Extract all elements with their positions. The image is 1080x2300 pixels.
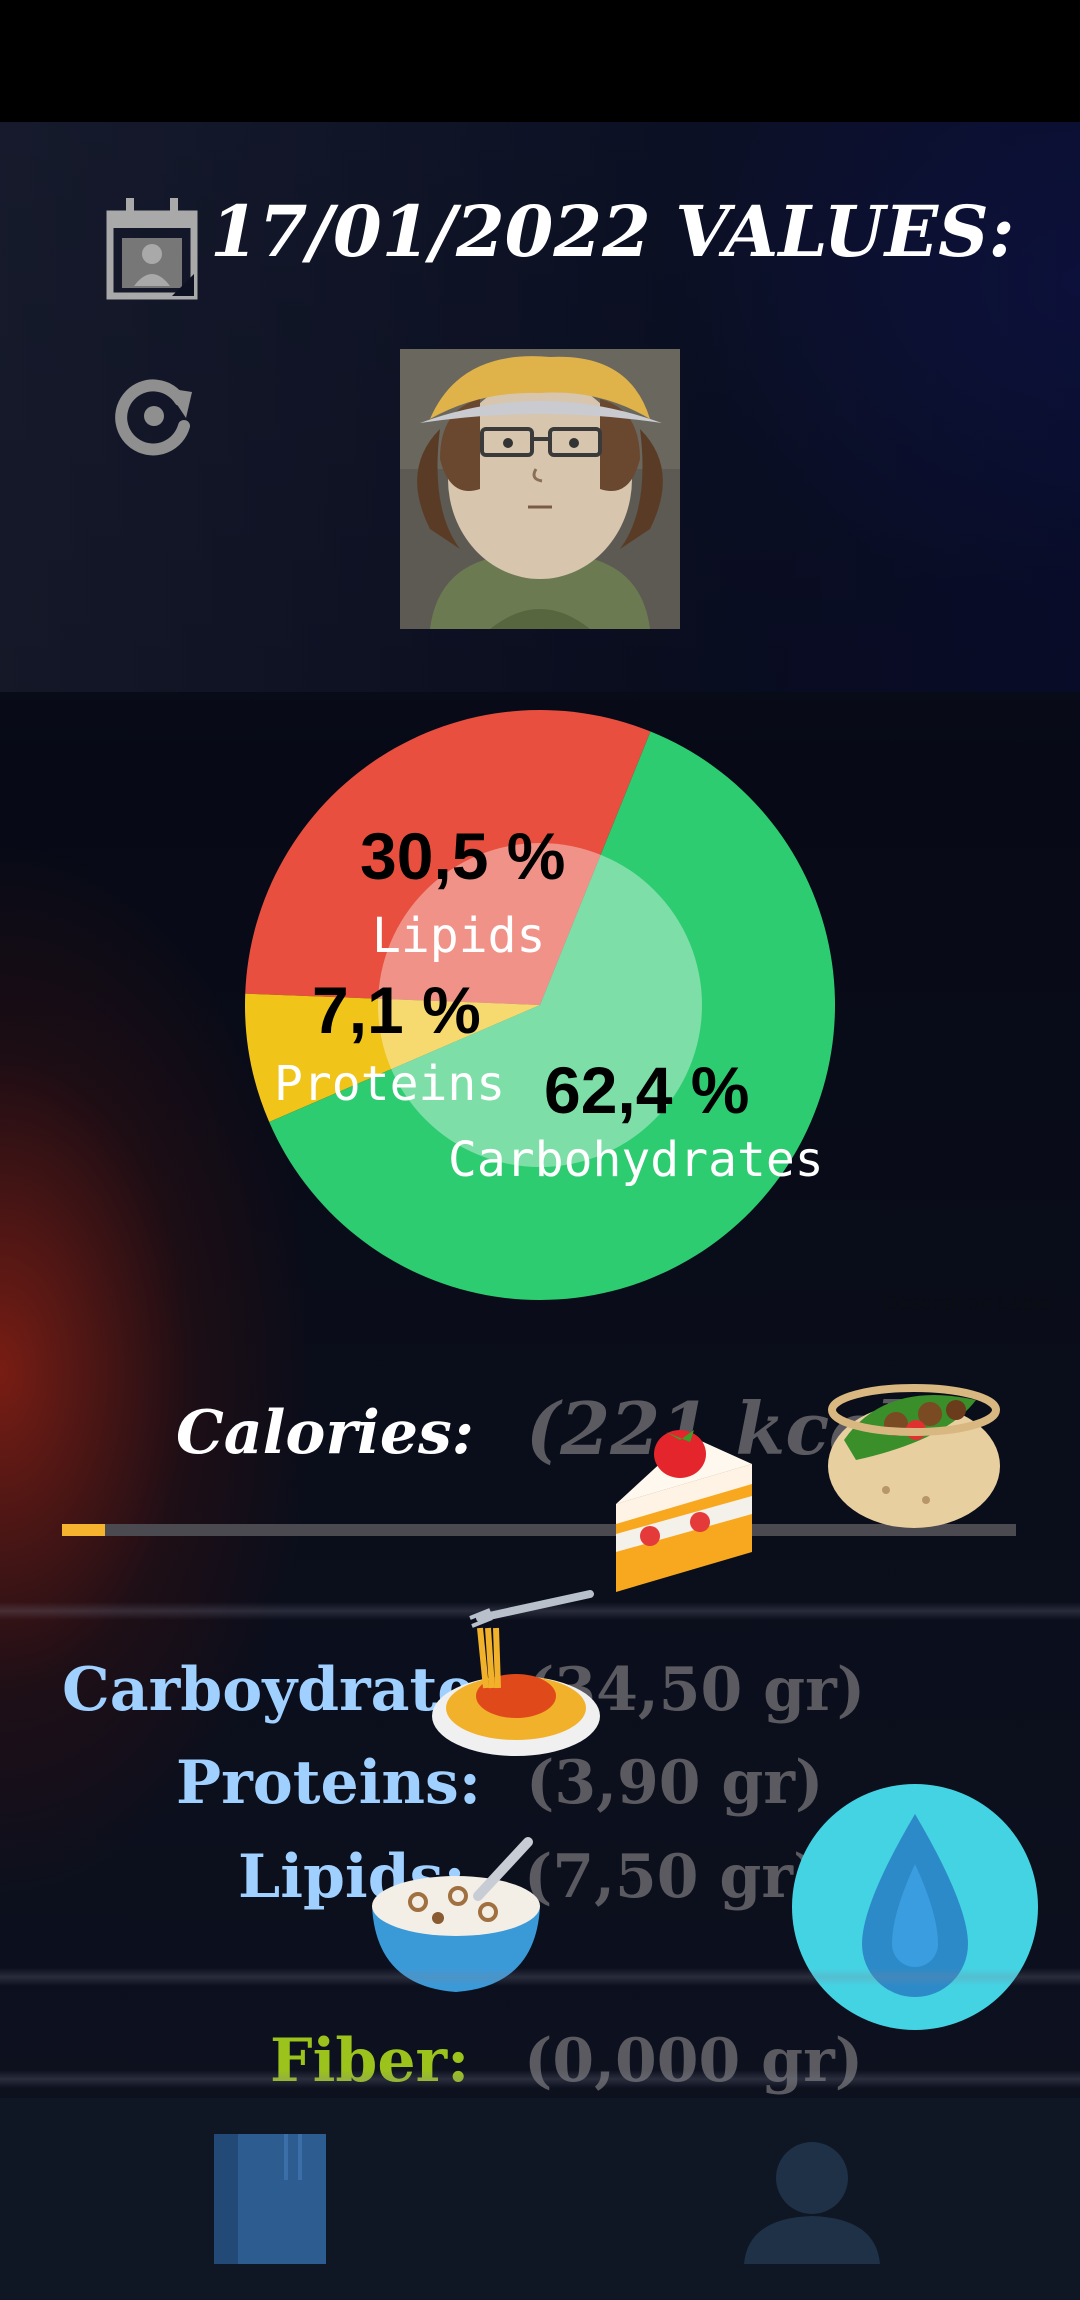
slice-label-proteins: Proteins [274,1056,506,1112]
refresh-icon[interactable] [108,370,200,462]
cake-icon[interactable] [610,1424,760,1594]
spaghetti-icon[interactable] [430,1588,600,1760]
slice-value-proteins: 7,1 % [312,973,481,1047]
slice-label-lipids: Lipids [372,908,546,964]
status-bar [0,0,1080,122]
calendar-user-icon[interactable] [106,196,198,300]
chart-description-label: Description Label [882,1290,1052,1315]
profile-photo [400,349,680,629]
section-divider-3 [0,2070,1080,2088]
diary-icon[interactable] [210,2130,330,2268]
water-drop-icon[interactable] [792,1784,1038,2030]
bottom-navigation [0,2098,1080,2300]
lipids-value: (7,50 gr) [524,1842,822,1912]
slice-value-lipids: 30,5 % [360,819,566,893]
macro-donut-chart: 30,5 % Lipids 7,1 % Proteins 62,4 % Carbohydr… [0,700,1080,1320]
section-divider-2 [0,1968,1080,1986]
profile-icon[interactable] [744,2138,880,2264]
page-title: 17/01/2022 VALUES: [210,190,1015,273]
calories-progress-fill [62,1524,105,1536]
slice-label-carbohydrates: Carbohydrates [448,1132,824,1188]
burrito-icon[interactable] [826,1370,1002,1530]
calories-label: Calories: [176,1398,474,1468]
slice-value-carbohydrates: 62,4 % [544,1053,750,1127]
